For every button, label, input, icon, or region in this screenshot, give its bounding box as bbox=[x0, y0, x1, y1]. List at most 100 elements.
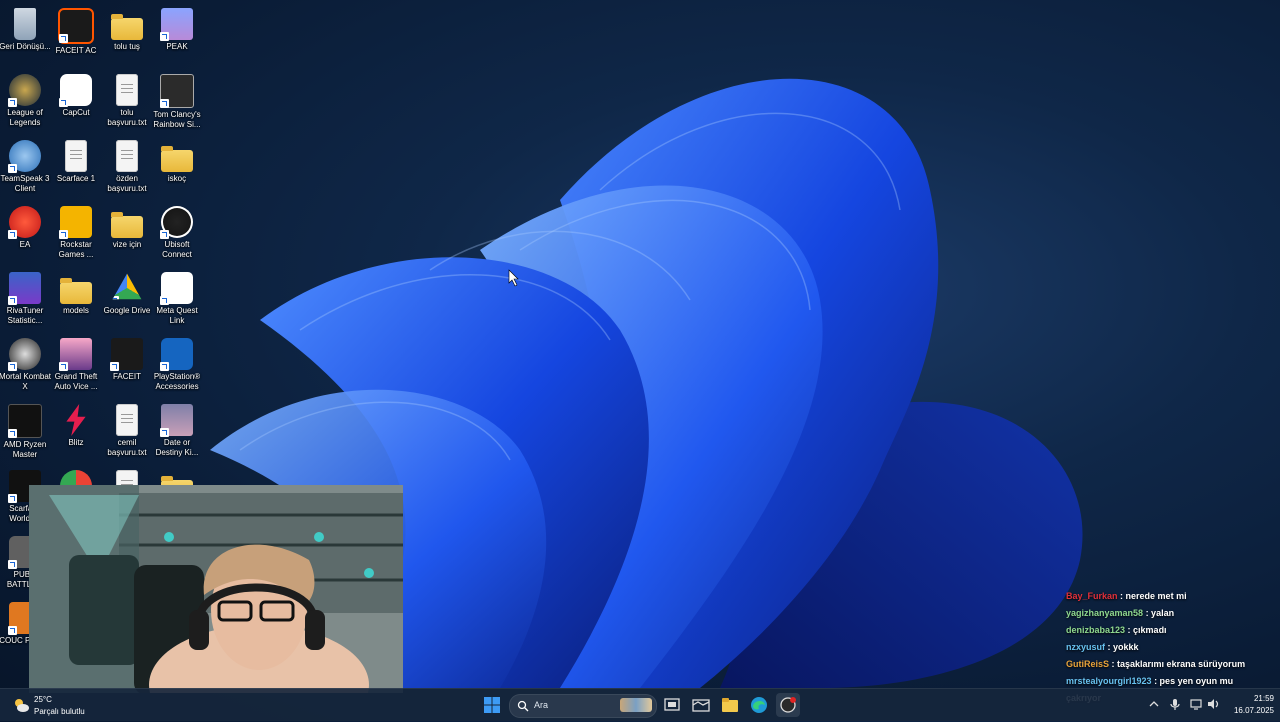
network-icon[interactable] bbox=[1189, 697, 1203, 711]
weather-icon bbox=[15, 699, 29, 712]
chat-username: yagizhanyaman58 bbox=[1066, 608, 1144, 618]
faceit-ac-icon bbox=[58, 8, 94, 44]
desktop-icon-teamspeak[interactable]: TeamSpeak 3 Client bbox=[0, 136, 50, 198]
desktop-icon-text-file[interactable]: cemil başvuru.txt bbox=[102, 400, 152, 462]
shortcut-arrow-icon bbox=[160, 32, 169, 41]
league-of-legends-icon bbox=[8, 74, 41, 107]
shortcut-arrow-icon bbox=[8, 626, 17, 635]
desktop-icon-label: RivaTuner Statistic... bbox=[6, 306, 44, 325]
desktop-icon-label: Tom Clancy's Rainbow Si... bbox=[153, 110, 201, 129]
chat-message: GutiReisS : taşaklarımı ekrana sürüyorum bbox=[1066, 656, 1276, 673]
gta-vice-city-icon bbox=[59, 338, 92, 371]
search-icon bbox=[517, 700, 529, 712]
shortcut-arrow-icon bbox=[8, 429, 17, 438]
desktop-icon-label: Blitz bbox=[68, 438, 84, 447]
shortcut-arrow-icon bbox=[59, 34, 68, 43]
folder-icon bbox=[111, 14, 143, 40]
file-icon bbox=[65, 140, 87, 172]
desktop-icon-ea[interactable]: EA bbox=[0, 202, 50, 264]
meta-quest-icon bbox=[160, 272, 193, 305]
chat-username: mrstealyourgirl1923 bbox=[1066, 676, 1152, 686]
desktop-icon-label: PlayStation® Accessories bbox=[153, 372, 201, 391]
teamspeak-icon bbox=[8, 140, 41, 173]
chat-username: denizbaba123 bbox=[1066, 625, 1126, 635]
desktop-icon-file[interactable]: Scarface 1 bbox=[51, 136, 101, 198]
desktop-icon-ubisoft[interactable]: Ubisoft Connect bbox=[152, 202, 202, 264]
widgets-icon bbox=[692, 699, 710, 712]
desktop-icon-playstation[interactable]: PlayStation® Accessories bbox=[152, 334, 202, 396]
desktop-icon-rainbow-six[interactable]: Tom Clancy's Rainbow Si... bbox=[152, 70, 202, 132]
desktop-icon-gta-vice-city[interactable]: Grand Theft Auto Vice ... bbox=[51, 334, 101, 396]
chat-text: : pes yen oyun mu bbox=[1154, 676, 1234, 686]
shortcut-arrow-icon bbox=[59, 230, 68, 239]
edge-icon bbox=[751, 697, 767, 713]
chat-text: : yalan bbox=[1145, 608, 1175, 618]
desktop-icon-folder[interactable]: models bbox=[51, 268, 101, 330]
desktop-icon-label: TeamSpeak 3 Client bbox=[0, 174, 50, 193]
shortcut-arrow-icon bbox=[66, 428, 68, 436]
taskbar-app-file-explorer[interactable] bbox=[718, 693, 742, 717]
desktop-icon-folder[interactable]: vize için bbox=[102, 202, 152, 264]
desktop-icon-peak[interactable]: PEAK bbox=[152, 4, 202, 66]
desktop-icon-faceit[interactable]: FACEIT bbox=[102, 334, 152, 396]
shortcut-arrow-icon bbox=[59, 362, 68, 371]
google-drive-icon bbox=[112, 273, 142, 300]
desktop-icon-recycle-bin[interactable]: Geri Dönüşü... bbox=[0, 4, 51, 66]
desktop-icon-label: CapCut bbox=[62, 108, 90, 117]
shortcut-arrow-icon bbox=[8, 98, 17, 107]
shortcut-arrow-icon bbox=[8, 296, 17, 305]
desktop-icon-mortal-kombat[interactable]: Mortal Kombat X bbox=[0, 334, 51, 396]
weather-widget[interactable]: 25°C Parçalı bulutlu bbox=[12, 693, 112, 719]
volume-icon[interactable] bbox=[1206, 697, 1220, 711]
desktop-icon-label: FACEIT AC bbox=[55, 46, 97, 55]
taskbar-app-edge[interactable] bbox=[747, 693, 771, 717]
desktop-icon-folder[interactable]: iskoç bbox=[152, 136, 202, 198]
recycle-bin-icon bbox=[14, 8, 36, 40]
obs-icon bbox=[780, 697, 796, 713]
start-button[interactable] bbox=[480, 693, 504, 717]
desktop-icon-label: FACEIT bbox=[112, 372, 141, 381]
desktop-icon-league-of-legends[interactable]: League of Legends bbox=[0, 70, 50, 132]
desktop-icon-blitz[interactable]: Blitz bbox=[51, 400, 101, 462]
date-or-destiny-icon bbox=[160, 404, 193, 437]
desktop-icon-label: Grand Theft Auto Vice ... bbox=[54, 372, 98, 391]
text-file-icon bbox=[116, 140, 138, 172]
desktop-icon-label: Rockstar Games ... bbox=[58, 240, 94, 259]
webcam-overlay bbox=[29, 485, 403, 693]
desktop-icon-date-or-destiny[interactable]: Date or Destiny Ki... bbox=[152, 400, 202, 462]
desktop-icon-meta-quest[interactable]: Meta Quest Link bbox=[152, 268, 202, 330]
task-view-button[interactable] bbox=[660, 693, 684, 717]
system-clock[interactable]: 21:59 16.07.2025 bbox=[1224, 693, 1274, 717]
shortcut-arrow-icon bbox=[8, 230, 17, 239]
file-explorer-icon bbox=[722, 698, 738, 712]
desktop-icon-google-drive[interactable]: Google Drive bbox=[102, 268, 152, 330]
mortal-kombat-icon bbox=[8, 338, 41, 371]
desktop-icon-label: Google Drive bbox=[103, 306, 151, 315]
taskbar-app-obs[interactable] bbox=[776, 693, 800, 717]
desktop-icon-text-file[interactable]: tolu başvuru.txt bbox=[102, 70, 152, 132]
blitz-icon bbox=[66, 404, 86, 436]
chat-text: : yokkk bbox=[1107, 642, 1139, 652]
search-placeholder: Ara bbox=[534, 700, 549, 710]
desktop-icon-rockstar[interactable]: Rockstar Games ... bbox=[51, 202, 101, 264]
desktop-icon-faceit-ac[interactable]: FACEIT AC bbox=[51, 4, 101, 66]
desktop-icon-label: vize için bbox=[112, 240, 142, 249]
capcut-icon bbox=[59, 74, 92, 107]
desktop-icon-rivatuner[interactable]: RivaTuner Statistic... bbox=[0, 268, 50, 330]
playstation-icon bbox=[160, 338, 193, 371]
chat-username: Bay_Furkan bbox=[1066, 591, 1118, 601]
show-hidden-icons-chevron-icon[interactable] bbox=[1147, 697, 1161, 711]
taskbar-search-box[interactable]: Ara bbox=[509, 694, 657, 718]
shortcut-arrow-icon bbox=[160, 296, 169, 305]
desktop-icon-ryzen-master[interactable]: AMD Ryzen Master bbox=[0, 400, 50, 462]
folder-icon bbox=[111, 212, 143, 238]
ea-icon bbox=[8, 206, 41, 239]
desktop-icon-capcut[interactable]: CapCut bbox=[51, 70, 101, 132]
chat-username: nzxyusuf bbox=[1066, 642, 1106, 652]
desktop-icon-folder[interactable]: tolu tuş bbox=[102, 4, 152, 66]
taskbar-app-widgets[interactable] bbox=[689, 693, 713, 717]
shortcut-arrow-icon bbox=[160, 428, 169, 437]
microphone-icon[interactable] bbox=[1168, 697, 1182, 711]
desktop-icon-text-file[interactable]: özden başvuru.txt bbox=[102, 136, 152, 198]
desktop-icon-label: özden başvuru.txt bbox=[107, 174, 147, 193]
